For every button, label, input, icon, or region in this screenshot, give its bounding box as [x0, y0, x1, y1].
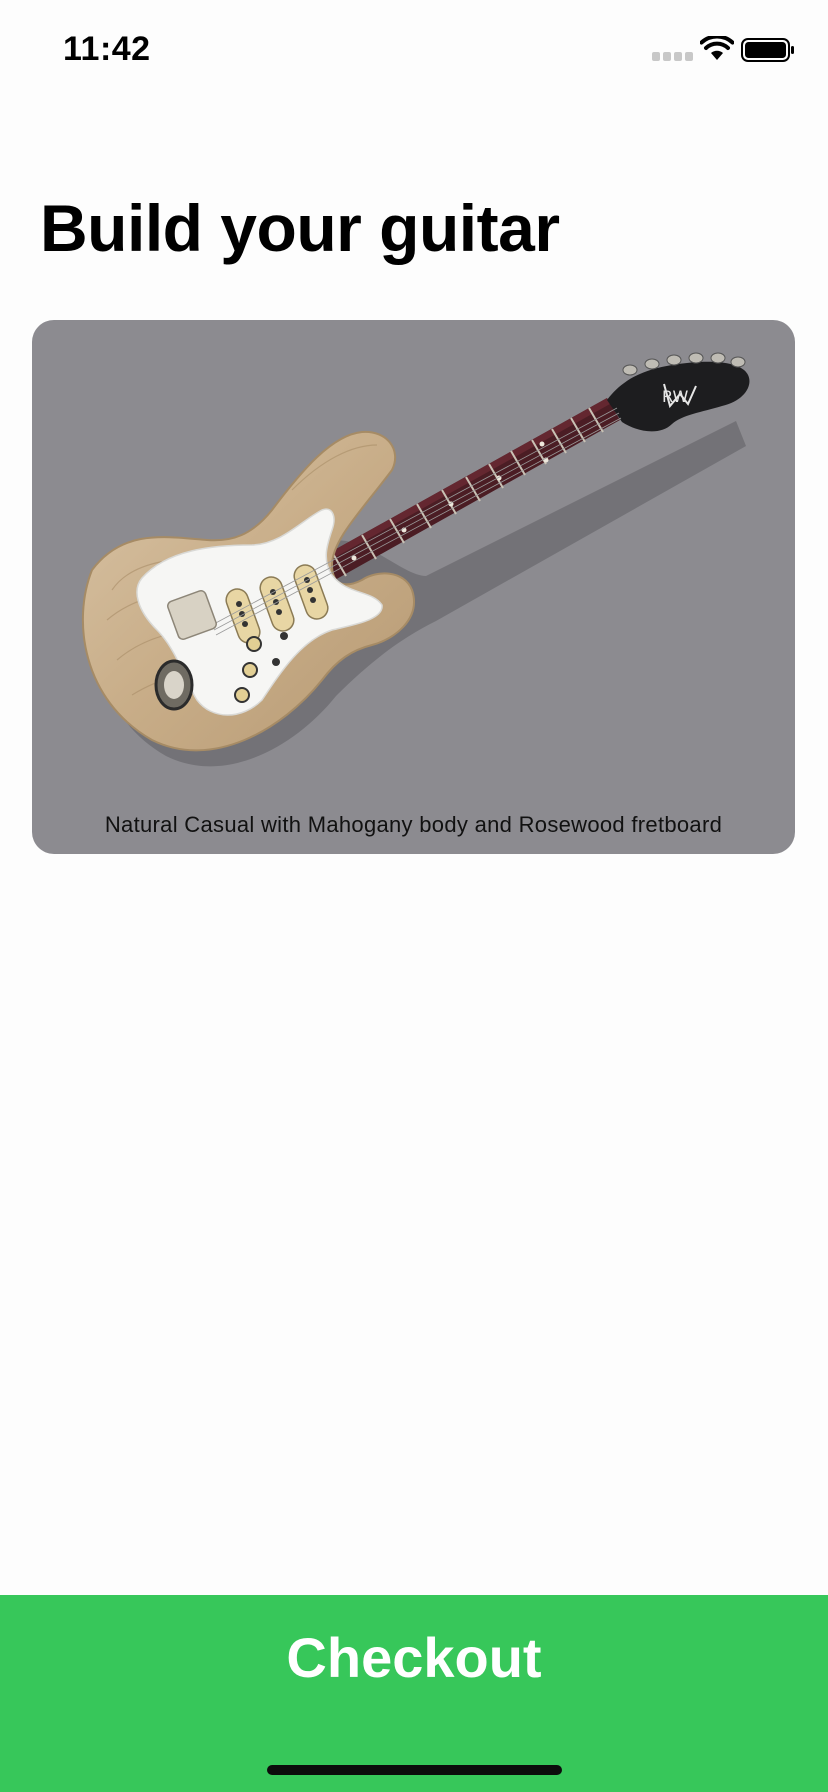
status-time: 11:42 [63, 30, 151, 68]
guitar-preview-card: RW Natural Casual with Mahogany body and… [32, 320, 795, 854]
checkout-label: Checkout [286, 1626, 542, 1689]
checkout-button[interactable]: Checkout [0, 1595, 828, 1792]
battery-icon [741, 38, 794, 62]
electric-guitar-illustration: RW [81, 352, 750, 767]
cellular-signal-icon [652, 52, 693, 61]
home-indicator[interactable] [267, 1765, 562, 1775]
status-bar: 11:42 [0, 0, 828, 100]
wifi-icon [700, 36, 734, 60]
page-title: Build your guitar [40, 191, 560, 265]
headstock-logo: RW [662, 387, 688, 406]
guitar-caption: Natural Casual with Mahogany body and Ro… [104, 812, 723, 837]
